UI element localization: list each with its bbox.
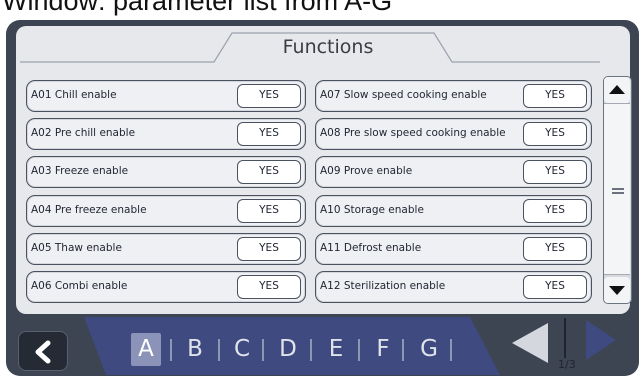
triangle-right-icon[interactable] bbox=[584, 318, 618, 362]
param-label: A08 Pre slow speed cooking enable bbox=[320, 127, 506, 139]
param-value-button[interactable]: YES bbox=[237, 122, 301, 146]
page-title: Functions bbox=[282, 36, 374, 58]
param-value-button[interactable]: YES bbox=[237, 275, 301, 299]
param-value-button[interactable]: YES bbox=[523, 84, 587, 108]
scrollbar-thumb[interactable] bbox=[604, 103, 630, 275]
param-label: A12 Sterilization enable bbox=[320, 280, 446, 292]
letter-separator bbox=[358, 339, 360, 361]
param-value-button[interactable]: YES bbox=[237, 84, 301, 108]
letter-separator bbox=[310, 339, 312, 361]
param-row-a08: A08 Pre slow speed cooking enable YES bbox=[315, 118, 592, 150]
param-value-button[interactable]: YES bbox=[523, 122, 587, 146]
letter-separator bbox=[170, 339, 172, 361]
param-row-a10: A10 Storage enable YES bbox=[315, 195, 592, 227]
letter-tab-c[interactable]: C bbox=[227, 333, 257, 366]
param-label: A05 Thaw enable bbox=[31, 242, 122, 254]
param-row-a04: A04 Pre freeze enable YES bbox=[26, 195, 306, 227]
param-label: A10 Storage enable bbox=[320, 204, 424, 216]
param-label: A09 Prove enable bbox=[320, 165, 413, 177]
param-row-a09: A09 Prove enable YES bbox=[315, 156, 592, 188]
page-indicator: 1/3 bbox=[558, 358, 576, 371]
grip-line bbox=[612, 188, 624, 190]
param-value-button[interactable]: YES bbox=[237, 160, 301, 184]
vertical-scrollbar[interactable] bbox=[603, 76, 632, 304]
param-row-a06: A06 Combi enable YES bbox=[26, 271, 306, 303]
param-row-a01: A01 Chill enable YES bbox=[26, 80, 306, 112]
param-value-button[interactable]: YES bbox=[523, 237, 587, 261]
letter-tab-d[interactable]: D bbox=[273, 333, 303, 366]
letter-separator bbox=[450, 339, 452, 361]
scroll-up-button[interactable] bbox=[604, 77, 630, 103]
param-label: A04 Pre freeze enable bbox=[31, 204, 147, 216]
letter-tab-b[interactable]: B bbox=[180, 333, 210, 366]
letter-tab-f[interactable]: F bbox=[368, 333, 398, 366]
param-label: A06 Combi enable bbox=[31, 280, 128, 292]
param-label: A03 Freeze enable bbox=[31, 165, 129, 177]
back-button[interactable] bbox=[18, 331, 68, 371]
scroll-down-button[interactable] bbox=[604, 277, 630, 303]
triangle-up-icon bbox=[609, 85, 625, 94]
triangle-down-icon bbox=[609, 286, 625, 295]
grip-line bbox=[612, 192, 624, 194]
param-value-button[interactable]: YES bbox=[523, 160, 587, 184]
letter-tab-a[interactable]: A bbox=[131, 333, 161, 366]
param-row-a03: A03 Freeze enable YES bbox=[26, 156, 306, 188]
param-label: A01 Chill enable bbox=[31, 89, 117, 101]
param-row-a07: A07 Slow speed cooking enable YES bbox=[315, 80, 592, 112]
triangle-left-icon[interactable] bbox=[508, 319, 552, 367]
letter-separator bbox=[262, 339, 264, 361]
param-row-a02: A02 Pre chill enable YES bbox=[26, 118, 306, 150]
param-row-a12: A12 Sterilization enable YES bbox=[315, 271, 592, 303]
param-label: A02 Pre chill enable bbox=[31, 127, 136, 139]
page-divider bbox=[564, 318, 566, 358]
param-value-button[interactable]: YES bbox=[523, 199, 587, 223]
param-row-a11: A11 Defrost enable YES bbox=[315, 233, 592, 265]
letter-separator bbox=[218, 339, 220, 361]
param-value-button[interactable]: YES bbox=[237, 237, 301, 261]
letter-separator bbox=[402, 339, 404, 361]
param-label: A11 Defrost enable bbox=[320, 242, 422, 254]
param-value-button[interactable]: YES bbox=[237, 199, 301, 223]
param-value-button[interactable]: YES bbox=[523, 275, 587, 299]
back-chevron-icon bbox=[35, 340, 51, 364]
param-label: A07 Slow speed cooking enable bbox=[320, 89, 487, 101]
letter-tab-g[interactable]: G bbox=[414, 333, 444, 366]
letter-tab-e[interactable]: E bbox=[321, 333, 351, 366]
param-row-a05: A05 Thaw enable YES bbox=[26, 233, 306, 265]
